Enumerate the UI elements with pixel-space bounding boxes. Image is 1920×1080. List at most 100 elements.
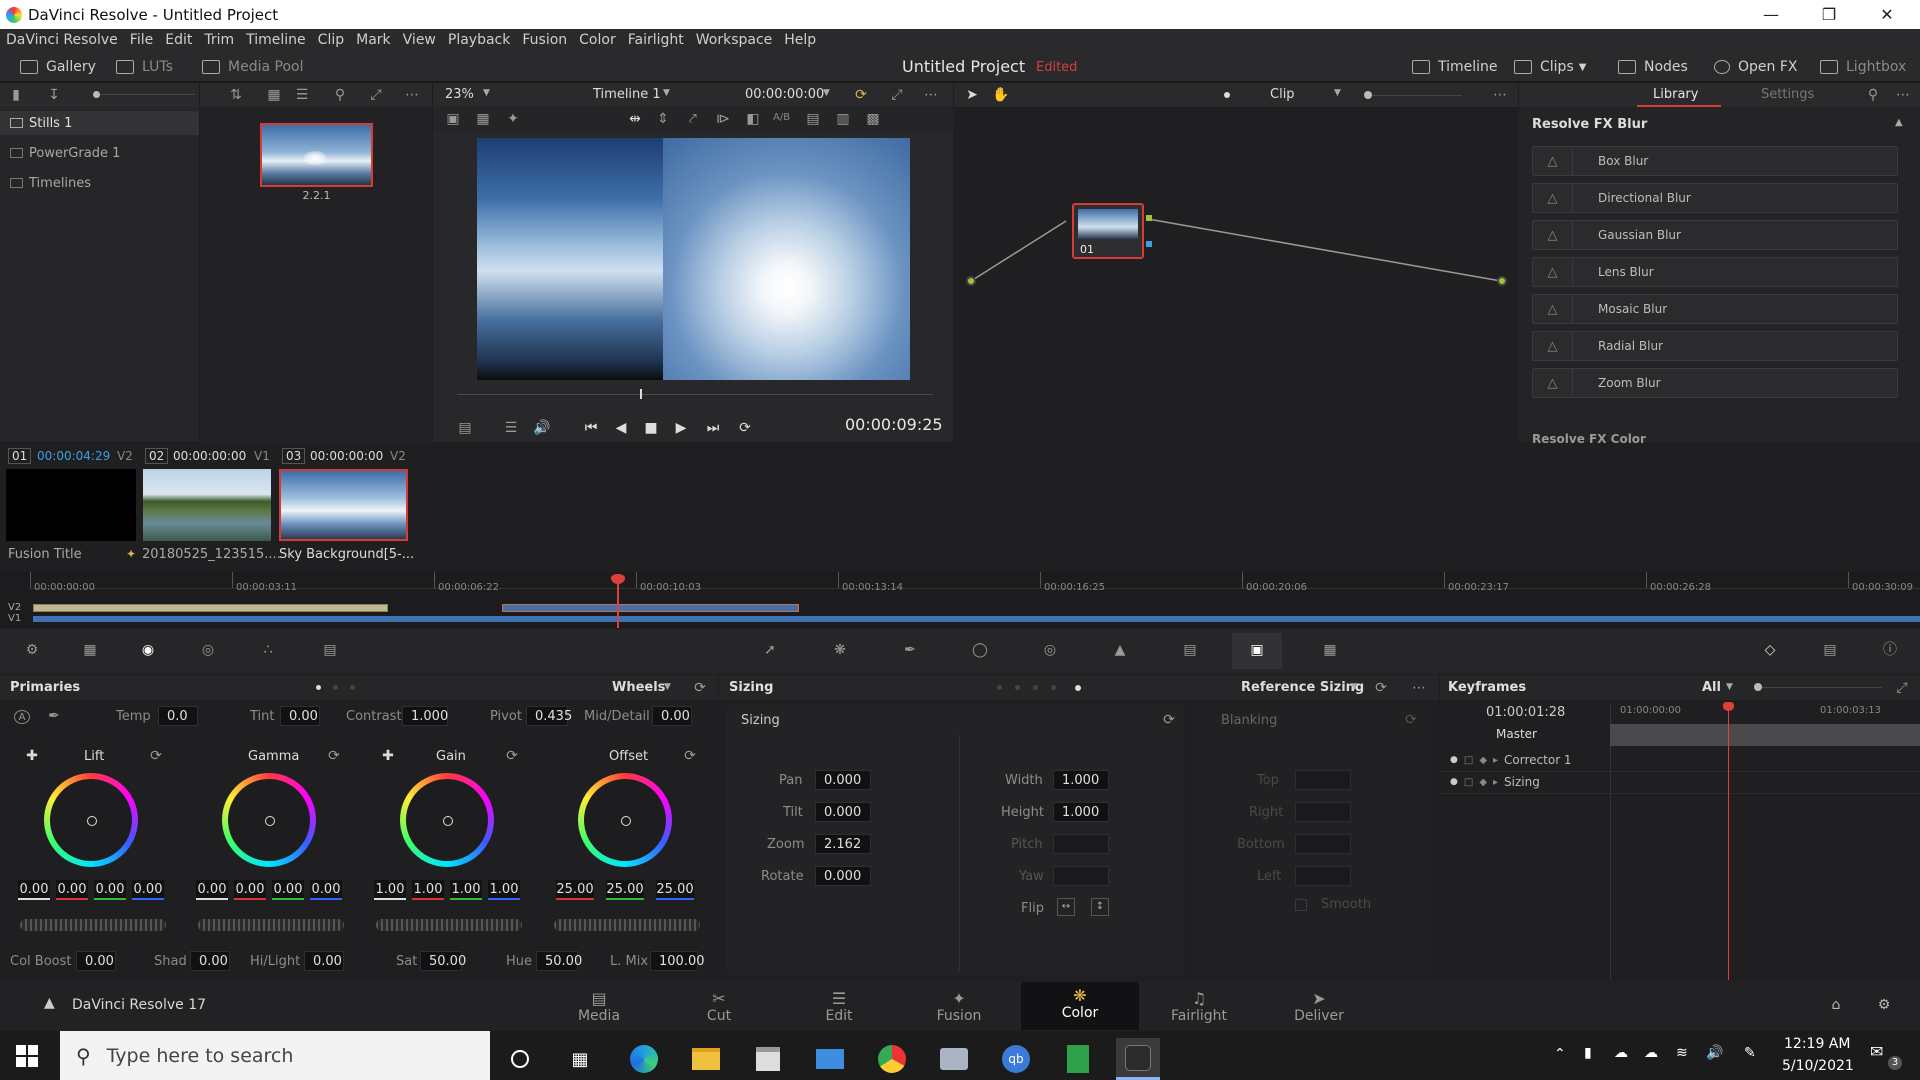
pitch-field[interactable] <box>1053 834 1109 854</box>
skip-start-icon[interactable]: ⏮ <box>583 421 599 435</box>
fx-zoom-blur[interactable]: △ Zoom Blur <box>1532 368 1898 398</box>
layers-icon[interactable]: ☰ <box>503 421 519 435</box>
reset-icon[interactable]: ⟳ <box>682 749 698 763</box>
ab-toggle[interactable]: A/B <box>773 112 790 123</box>
node-01[interactable]: 01 <box>1072 203 1144 259</box>
blank-left-field[interactable] <box>1295 866 1351 886</box>
app-taskbar-icon[interactable] <box>932 1038 976 1080</box>
gamma-g[interactable]: 0.00 <box>272 880 304 900</box>
viewer-zoom[interactable]: 23% <box>445 87 474 102</box>
keyframes-icon[interactable]: ◇ <box>1760 643 1780 657</box>
menu-clip[interactable]: Clip <box>318 32 344 48</box>
wipe-checker-icon[interactable]: ▥ <box>835 112 851 126</box>
kf-playhead-handle[interactable] <box>1723 702 1734 711</box>
info-icon[interactable]: ⓘ <box>1880 643 1900 657</box>
notification-icon[interactable]: ✉ <box>1870 1042 1883 1061</box>
windows-start-icon[interactable] <box>16 1045 38 1067</box>
lock-icon[interactable]: □ <box>1464 777 1473 788</box>
pivot-field[interactable]: 0.435 <box>526 706 572 726</box>
color-match-icon[interactable]: ▦ <box>80 643 100 657</box>
hdr-wheels-icon[interactable]: ◎ <box>198 643 218 657</box>
chevron-up-icon[interactable]: ▲ <box>1895 117 1903 128</box>
taskbar-time[interactable]: 12:19 AM <box>1784 1036 1850 1052</box>
sync-icon[interactable]: ⟳ <box>853 88 869 102</box>
album-powergrade-1[interactable]: PowerGrade 1 <box>0 141 199 165</box>
menu-playback[interactable]: Playback <box>448 32 510 48</box>
viewer-timecode-top[interactable]: 00:00:00:00 <box>745 87 824 102</box>
node-key-out[interactable] <box>1146 241 1152 247</box>
lightbox-button[interactable]: Lightbox <box>1820 55 1906 79</box>
close-icon[interactable]: ✕ <box>1858 0 1916 29</box>
page-color-active[interactable]: ❋ Color <box>1021 982 1139 1030</box>
still-thumbnail[interactable] <box>260 123 373 187</box>
expand-icon[interactable]: ⤢ <box>368 88 384 102</box>
fx-radial-blur[interactable]: △ Radial Blur <box>1532 331 1898 361</box>
picker-icon[interactable]: ✒ <box>46 709 62 723</box>
primaries-mode-select[interactable]: Wheels <box>612 680 665 695</box>
gain-master-wheel[interactable] <box>376 919 522 931</box>
chrome-icon[interactable] <box>870 1038 914 1080</box>
clips-toggle-button[interactable]: Clips ▼ <box>1514 55 1586 79</box>
page-dot[interactable] <box>1033 685 1038 690</box>
offset-g[interactable]: 25.00 <box>606 880 644 900</box>
menu-davinci[interactable]: DaVinci Resolve <box>6 32 118 48</box>
blank-top-field[interactable] <box>1295 770 1351 790</box>
menu-workspace[interactable]: Workspace <box>696 32 773 48</box>
nodes-toggle-button[interactable]: Nodes <box>1618 55 1688 79</box>
clip-thumbnail-sky[interactable] <box>279 469 408 541</box>
node-rgb-out[interactable] <box>1146 215 1152 221</box>
gain-g[interactable]: 1.00 <box>450 880 482 900</box>
reset-icon[interactable]: ⟳ <box>1161 713 1177 727</box>
store-icon[interactable] <box>746 1038 790 1080</box>
viewer-scrubber[interactable] <box>457 394 933 395</box>
menu-color[interactable]: Color <box>579 32 616 48</box>
color-warper-icon[interactable]: ❋ <box>830 643 850 657</box>
mail-icon[interactable] <box>808 1038 852 1080</box>
gallery-button[interactable]: Gallery <box>20 55 96 79</box>
task-view-icon[interactable]: ▦ <box>558 1038 602 1080</box>
page-dot[interactable] <box>350 685 355 690</box>
play-reverse-icon[interactable]: ◀ <box>613 421 629 435</box>
wipe-vertical-icon[interactable]: ⇕ <box>655 112 671 126</box>
fx-box-blur[interactable]: △ Box Blur <box>1532 146 1898 176</box>
fullscreen-icon[interactable]: ⤢ <box>889 88 905 102</box>
cortana-icon[interactable] <box>498 1038 542 1080</box>
edge-browser-icon[interactable] <box>622 1038 666 1080</box>
open-fx-button[interactable]: Open FX <box>1714 55 1798 79</box>
reset-icon[interactable]: ⟳ <box>1373 681 1389 695</box>
temp-field[interactable]: 0.0 <box>158 706 198 726</box>
taskbar-date[interactable]: 5/10/2021 <box>1782 1058 1854 1074</box>
timeline-toggle-button[interactable]: Timeline <box>1412 55 1498 79</box>
restore-icon[interactable]: ❐ <box>1800 0 1858 29</box>
volume-icon[interactable]: 🔊 <box>1706 1045 1723 1061</box>
keyframe-icon[interactable]: ◆ <box>1479 755 1487 766</box>
page-cut[interactable]: ✂ Cut <box>660 988 778 1028</box>
reset-icon[interactable]: ⟳ <box>326 749 342 763</box>
skip-end-icon[interactable]: ⏭ <box>705 421 721 435</box>
lift-g[interactable]: 0.00 <box>94 880 126 900</box>
stop-icon[interactable]: ■ <box>643 421 659 435</box>
tilt-field[interactable]: 0.000 <box>815 802 871 822</box>
page-dot[interactable] <box>316 685 321 690</box>
fx-mosaic-blur[interactable]: △ Mosaic Blur <box>1532 294 1898 324</box>
zoom-field[interactable]: 2.162 <box>815 834 871 854</box>
viewer-image[interactable] <box>477 138 910 380</box>
menu-fairlight[interactable]: Fairlight <box>628 32 684 48</box>
thumb-size-handle[interactable] <box>93 91 100 98</box>
luts-button[interactable]: LUTs <box>116 55 173 79</box>
battery-icon[interactable]: ▮ <box>1584 1045 1592 1061</box>
node-input-dot[interactable] <box>966 276 976 286</box>
page-dot[interactable] <box>1015 685 1020 690</box>
sheets-icon[interactable] <box>1056 1038 1100 1080</box>
viewer-scrub-handle[interactable] <box>640 389 642 399</box>
gamma-r[interactable]: 0.00 <box>234 880 266 900</box>
highlight-icon[interactable]: ✦ <box>505 112 521 126</box>
color-wheels-icon[interactable]: ◉ <box>138 643 158 657</box>
list-view-icon[interactable]: ☰ <box>294 88 310 102</box>
height-field[interactable]: 1.000 <box>1053 802 1109 822</box>
expand-icon[interactable]: ⤢ <box>1894 681 1910 695</box>
node-editor[interactable]: ➤ ✋ Clip ▼ ⋯ 01 <box>954 83 1518 442</box>
menu-file[interactable]: File <box>130 32 153 48</box>
fx-lens-blur[interactable]: △ Lens Blur <box>1532 257 1898 287</box>
tab-library[interactable]: Library <box>1653 87 1698 102</box>
